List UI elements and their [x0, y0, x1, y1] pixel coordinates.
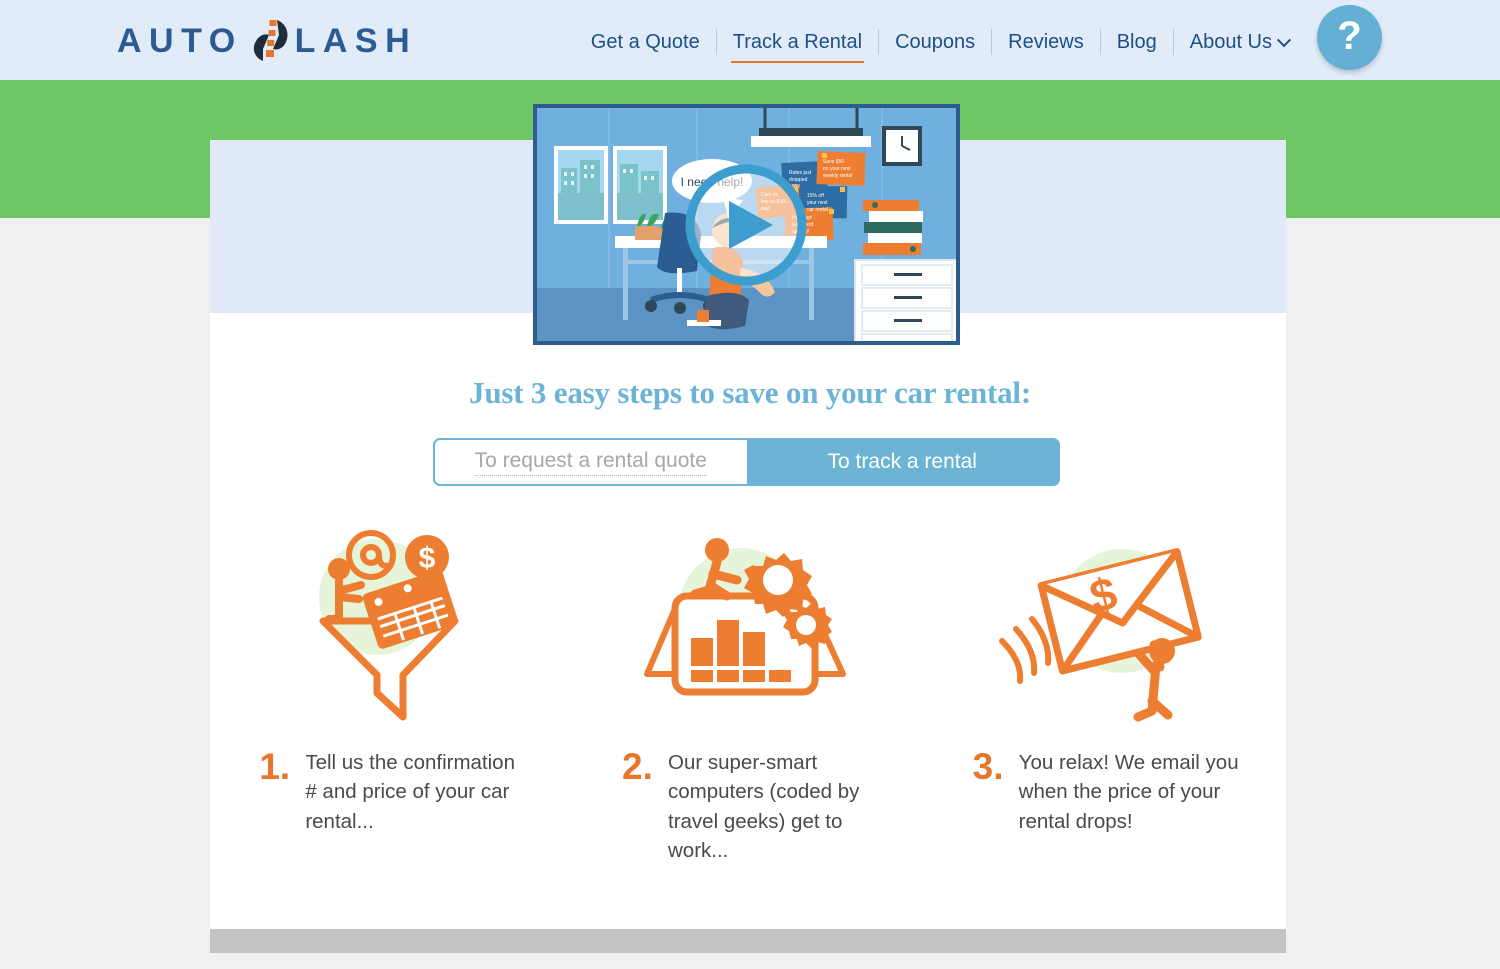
toggle-option-track-rental[interactable]: To track a rental	[746, 440, 1058, 484]
explainer-video-thumbnail[interactable]: Rates justdropped10%! Save $50on your ne…	[533, 104, 960, 345]
svg-text:dropped: dropped	[789, 177, 808, 183]
step-item-3: $ 3. You relax! We email you when the pr…	[927, 520, 1286, 910]
laptop-gears-chart-icon	[633, 520, 863, 730]
nav-item-about-us[interactable]: About Us	[1174, 27, 1305, 57]
chevron-down-icon	[1276, 32, 1292, 47]
svg-text:on your next: on your next	[823, 166, 851, 172]
toggle-option-track-rental-label: To track a rental	[827, 450, 977, 473]
svg-text:car rental: car rental	[807, 207, 828, 213]
step-3-description: You relax! We email you when the price o…	[1018, 751, 1239, 833]
nav-item-blog[interactable]: Blog	[1101, 27, 1173, 57]
step-3-number: 3.	[972, 746, 1004, 787]
funnel-with-forms-icon: $	[299, 520, 479, 730]
steps-row: $ 1. Tell us the confirmation # and pric…	[210, 520, 1286, 910]
toggle-option-request-quote[interactable]: To request a rental quote	[435, 440, 747, 484]
step-3-text-row: 3. You relax! We email you when the pric…	[972, 746, 1241, 836]
step-item-1: $ 1. Tell us the confirmation # and pric…	[210, 520, 569, 910]
step-item-2: 2. Our super-smart computers (coded by t…	[569, 520, 928, 910]
step-2-text-row: 2. Our super-smart computers (coded by t…	[622, 746, 874, 865]
svg-text:weekly rental: weekly rental	[823, 173, 852, 179]
svg-text:your next: your next	[807, 200, 828, 206]
nav-item-reviews[interactable]: Reviews	[992, 27, 1100, 57]
nav-item-get-a-quote[interactable]: Get a Quote	[575, 27, 716, 57]
step-2-number: 2.	[622, 746, 653, 787]
flying-money-envelope-icon: $	[994, 520, 1219, 730]
logo-text-right: LASH	[294, 21, 418, 60]
logo-road-slash-icon	[247, 17, 293, 65]
bottom-gray-bar	[210, 929, 1286, 953]
svg-text:$: $	[419, 542, 436, 575]
nav-item-about-us-label: About Us	[1189, 31, 1272, 53]
svg-text:Save $50: Save $50	[823, 159, 844, 165]
step-1-number: 1.	[259, 746, 291, 787]
site-logo[interactable]: AUTO LASH	[117, 20, 417, 62]
toggle-option-request-quote-label: To request a rental quote	[474, 449, 707, 476]
svg-text:Rates just: Rates just	[789, 170, 812, 176]
page-root: AUTO LASH Get a Quote Track a Rental Cou…	[0, 0, 1500, 969]
site-header: AUTO LASH Get a Quote Track a Rental Cou…	[0, 0, 1500, 80]
help-button[interactable]: ?	[1317, 5, 1382, 70]
logo-text-left: AUTO	[117, 21, 243, 60]
main-navigation: Get a Quote Track a Rental Coupons Revie…	[575, 27, 1305, 63]
quote-track-toggle: To request a rental quote To track a ren…	[433, 438, 1060, 486]
step-1-description: Tell us the confirmation # and price of …	[305, 751, 515, 833]
nav-item-coupons[interactable]: Coupons	[879, 27, 991, 57]
nav-item-track-a-rental[interactable]: Track a Rental	[717, 27, 878, 63]
step-2-description: Our super-smart computers (coded by trav…	[668, 751, 860, 862]
step-1-text-row: 1. Tell us the confirmation # and price …	[259, 746, 519, 836]
svg-text:15% off: 15% off	[807, 193, 824, 199]
page-title: Just 3 easy steps to save on your car re…	[469, 375, 1031, 410]
